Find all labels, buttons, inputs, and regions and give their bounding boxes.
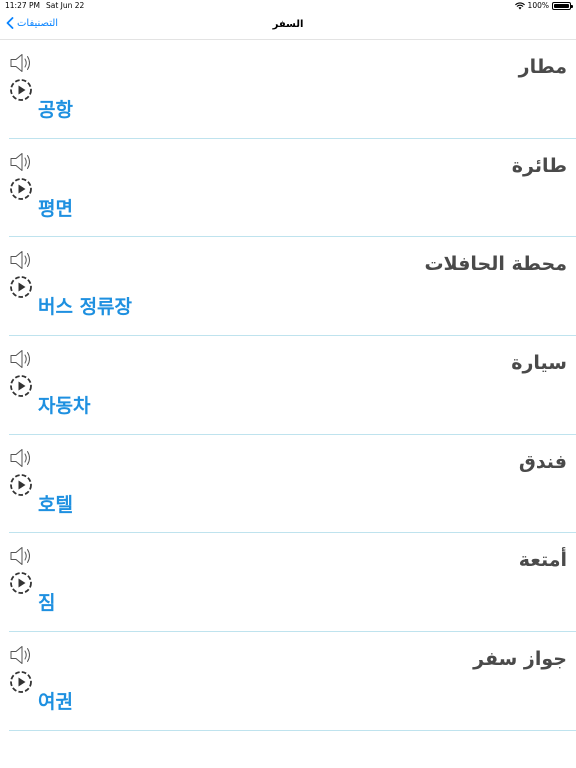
play-circle-icon[interactable] [9,670,33,694]
arabic-word: طائرة [511,154,567,177]
list-item[interactable]: جواز سفر 여권 [9,632,576,731]
list-item[interactable]: أمتعة 짐 [9,533,576,633]
status-time: 11:27 PM [5,1,40,10]
speaker-icon[interactable] [9,545,33,567]
navigation-bar: التصنيفات السفر [0,12,576,40]
status-bar: 11:27 PM Sat Jun 22 100% [0,0,576,12]
list-item[interactable]: سيارة 자동차 [9,336,576,435]
list-item[interactable]: مطار 공항 [9,40,576,139]
speaker-icon[interactable] [9,447,33,469]
korean-word: 여권 [38,691,73,714]
vocabulary-list: مطار 공항 طائرة 평면 محطة الحافلات 버스 정류장 سي… [0,40,576,731]
play-circle-icon[interactable] [9,275,33,299]
speaker-icon[interactable] [9,644,33,666]
play-circle-icon[interactable] [9,177,33,201]
speaker-icon[interactable] [9,348,33,370]
list-item[interactable]: طائرة 평면 [9,139,576,238]
korean-word: 버스 정류장 [38,296,133,319]
korean-word: 호텔 [38,493,73,516]
speaker-icon[interactable] [9,52,33,74]
play-circle-icon[interactable] [9,78,33,102]
korean-word: 짐 [38,592,56,615]
play-circle-icon[interactable] [9,374,33,398]
status-left: 11:27 PM Sat Jun 22 [5,1,84,10]
battery-fill [554,3,569,8]
arabic-word: جواز سفر [473,648,567,671]
status-date: Sat Jun 22 [46,1,85,10]
korean-word: 자동차 [38,395,91,418]
arabic-word: أمتعة [518,549,567,572]
list-item[interactable]: فندق 호텔 [9,435,576,534]
play-circle-icon[interactable] [9,473,33,497]
arabic-word: فندق [518,450,567,473]
speaker-icon[interactable] [9,151,33,173]
battery-percent: 100% [527,1,549,10]
arabic-word: مطار [518,56,567,78]
korean-word: 평면 [38,197,73,220]
status-right: 100% [514,1,573,10]
speaker-icon[interactable] [9,249,33,271]
wifi-icon [514,1,525,9]
page-title: السفر [272,19,304,30]
battery-icon [552,1,573,10]
list-item[interactable]: محطة الحافلات 버스 정류장 [9,237,576,337]
korean-word: 공항 [38,99,73,121]
arabic-word: سيارة [511,352,567,375]
arabic-word: محطة الحافلات [424,253,567,276]
play-circle-icon[interactable] [9,571,33,595]
